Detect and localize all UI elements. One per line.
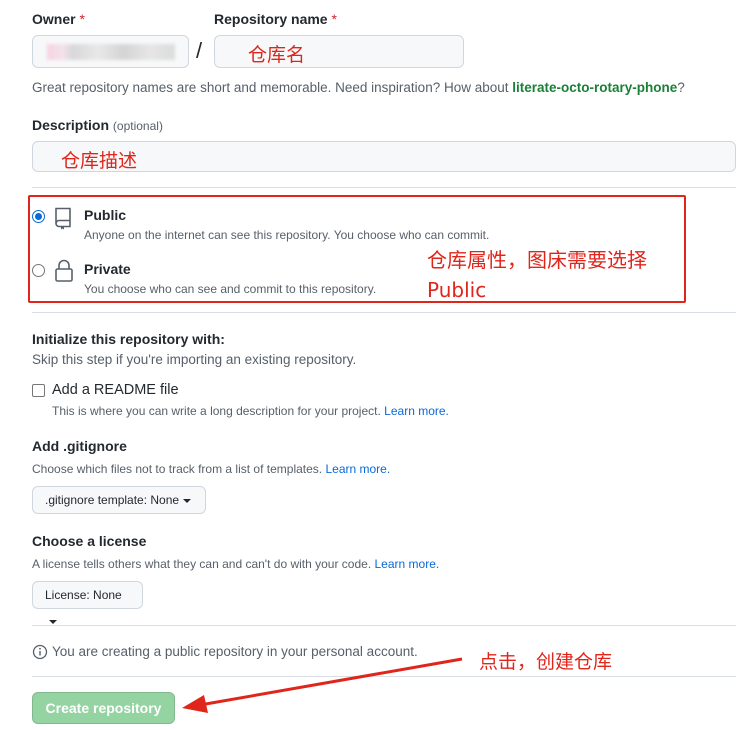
caret-down-icon: [183, 498, 192, 503]
divider: [32, 625, 736, 626]
gitignore-title: Add .gitignore: [32, 438, 127, 454]
visibility-annotation: 仓库属性，图床需要选择 Public: [427, 248, 647, 302]
gitignore-learn-more-link[interactable]: Learn more.: [325, 462, 390, 476]
create-repository-button[interactable]: Create repository: [32, 692, 175, 724]
license-learn-more-link[interactable]: Learn more.: [375, 557, 440, 571]
init-title: Initialize this repository with:: [32, 331, 225, 347]
info-icon: [32, 644, 48, 665]
repo-name-label: Repository name *: [214, 11, 337, 27]
repo-name-annotation: 仓库名: [248, 44, 306, 66]
description-label: Description (optional): [32, 117, 163, 133]
create-annotation: 点击，创建仓库: [479, 651, 613, 673]
description-input[interactable]: [32, 141, 736, 172]
owner-label: Owner *: [32, 11, 85, 27]
divider: [32, 312, 736, 313]
repo-name-hint: Great repository names are short and mem…: [32, 80, 685, 95]
owner-repo-separator: /: [196, 38, 203, 63]
license-dropdown[interactable]: License: None: [32, 581, 143, 624]
gitignore-hint: Choose which files not to track from a l…: [32, 462, 391, 476]
suggested-name-link[interactable]: literate-octo-rotary-phone: [512, 80, 677, 95]
license-title: Choose a license: [32, 533, 147, 549]
readme-description: This is where you can write a long descr…: [52, 404, 449, 418]
divider: [32, 187, 736, 188]
description-annotation: 仓库描述: [61, 150, 138, 172]
readme-checkbox[interactable]: [32, 384, 45, 397]
owner-avatar-blurred: [47, 44, 175, 60]
init-hint: Skip this step if you're importing an ex…: [32, 352, 357, 367]
owner-select[interactable]: [32, 35, 189, 68]
arrow-annotation-icon: [182, 657, 463, 713]
readme-learn-more-link[interactable]: Learn more.: [384, 404, 449, 418]
readme-label[interactable]: Add a README file: [52, 382, 179, 398]
gitignore-template-dropdown[interactable]: .gitignore template: None: [32, 486, 206, 514]
license-hint: A license tells others what they can and…: [32, 557, 440, 571]
caret-down-icon: [49, 619, 57, 624]
